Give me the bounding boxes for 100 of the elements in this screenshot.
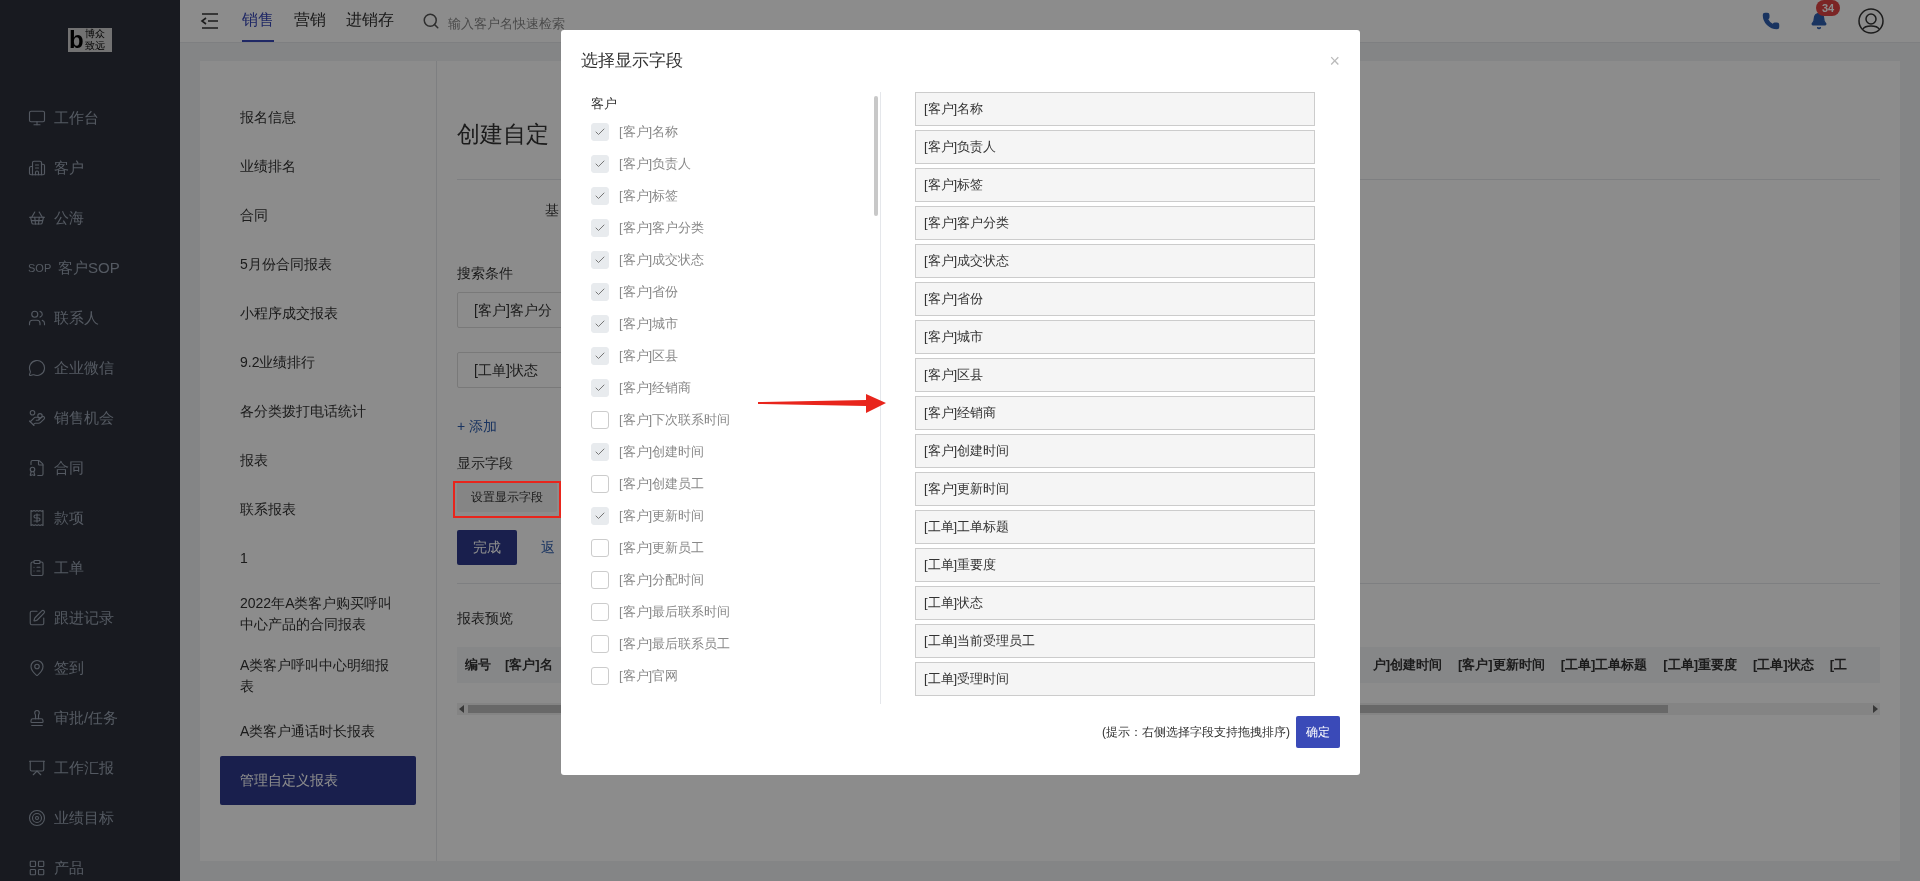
column-header: [工单]重要度	[1663, 656, 1738, 675]
confirm-button[interactable]: 确定	[1296, 715, 1340, 748]
sidebar-item[interactable]: 销售机会	[0, 393, 180, 443]
nav-tab[interactable]: 营销	[294, 0, 326, 42]
report-list-item[interactable]: 业绩排名	[220, 142, 416, 191]
field-checkbox[interactable]: [客户]名称	[581, 115, 880, 148]
report-list-item[interactable]: 1	[220, 534, 416, 583]
selected-field[interactable]: [客户]区县	[915, 357, 1315, 392]
selected-field[interactable]: [客户]负责人	[915, 129, 1315, 164]
logo-text: 博众	[84, 28, 105, 40]
field-checkbox[interactable]: [客户]分配时间	[581, 563, 880, 596]
selected-field[interactable]: [客户]成交状态	[915, 243, 1315, 278]
hint-text: (提示：右侧选择字段支持拖拽排序)	[1102, 723, 1290, 741]
report-list-item[interactable]: 2022年A类客户购买呼叫中心产品的合同报表	[220, 583, 416, 645]
selected-field[interactable]: [客户]创建时间	[915, 433, 1315, 468]
sidebar-item[interactable]: 工作台	[0, 93, 180, 143]
field-checkbox[interactable]: [客户]标签	[581, 179, 880, 212]
chat-icon	[28, 359, 46, 377]
selected-field[interactable]: [客户]省份	[915, 281, 1315, 316]
scrollbar-thumb[interactable]	[874, 95, 878, 216]
report-list-item[interactable]: A类客户通话时长报表	[220, 707, 416, 756]
report-list-item[interactable]: A类客户呼叫中心明细报表	[220, 645, 416, 707]
sidebar-item[interactable]: 客户	[0, 143, 180, 193]
building-icon	[28, 159, 46, 177]
sidebar-item[interactable]: 合同	[0, 443, 180, 493]
selected-field[interactable]: [客户]标签	[915, 167, 1315, 202]
selected-field[interactable]: [客户]经销商	[915, 395, 1315, 430]
field-checkbox[interactable]: [客户]省份	[581, 275, 880, 308]
report-list-item[interactable]: 合同	[220, 191, 416, 240]
sidebar-item[interactable]: 跟进记录	[0, 593, 180, 643]
back-link[interactable]: 返	[541, 537, 555, 558]
sidebar-item[interactable]: 工单	[0, 543, 180, 593]
checkbox[interactable]	[591, 474, 609, 493]
selected-field[interactable]: [工单]状态	[915, 585, 1315, 620]
checkbox[interactable]	[591, 538, 609, 557]
column-header: [工单]工单标题	[1560, 656, 1648, 675]
report-list-item[interactable]: 管理自定义报表	[220, 756, 416, 805]
sidebar-item[interactable]: 联系人	[0, 293, 180, 343]
report-list-item[interactable]: 5月份合同报表	[220, 240, 416, 289]
sidebar-item[interactable]: 产品	[0, 843, 180, 881]
stamp-icon	[28, 709, 46, 727]
notification-badge: 34	[1816, 0, 1841, 16]
selected-field[interactable]: [客户]城市	[915, 319, 1315, 354]
field-checkbox[interactable]: [客户]创建员工	[581, 467, 880, 500]
sidebar-item[interactable]: 企业微信	[0, 343, 180, 393]
field-checkbox[interactable]: [客户]负责人	[581, 147, 880, 180]
nav-tab[interactable]: 进销存	[346, 0, 394, 42]
selected-field[interactable]: [客户]更新时间	[915, 471, 1315, 506]
add-link[interactable]: + 添加	[457, 416, 498, 437]
field-checkbox[interactable]: [客户]创建时间	[581, 435, 880, 468]
field-checkbox[interactable]: [客户]最后联系时间	[581, 595, 880, 628]
selected-field[interactable]: [客户]客户分类	[915, 205, 1315, 240]
checkbox[interactable]	[591, 634, 609, 653]
phone-icon[interactable]	[1762, 12, 1780, 30]
field-checkbox[interactable]: [客户]城市	[581, 307, 880, 340]
notification-icon[interactable]	[1810, 12, 1828, 30]
done-button[interactable]: 完成	[457, 530, 517, 565]
checkbox[interactable]	[591, 410, 609, 429]
report-list-item[interactable]: 9.2业绩排行	[220, 338, 416, 387]
search-field[interactable]: 输入客户名快速检索	[448, 14, 668, 34]
checkbox[interactable]	[591, 666, 609, 685]
checkbox[interactable]	[591, 570, 609, 589]
sidebar-item[interactable]: 审批/任务	[0, 693, 180, 743]
field-checkbox[interactable]: [客户]更新员工	[581, 531, 880, 564]
field-checkbox[interactable]: [客户]成交状态	[581, 243, 880, 276]
report-list-item[interactable]: 各分类拨打电话统计	[220, 387, 416, 436]
field-checkbox[interactable]: [客户]更新时间	[581, 499, 880, 532]
selected-field[interactable]: [工单]重要度	[915, 547, 1315, 582]
menu-fold-icon[interactable]	[200, 13, 220, 29]
column-header: 编号	[465, 656, 491, 675]
target-icon	[28, 809, 46, 827]
tab-label[interactable]: 基	[545, 200, 559, 221]
report-list-item[interactable]: 小程序成交报表	[220, 289, 416, 338]
field-checkbox[interactable]: [客户]下次联系时间	[581, 403, 880, 436]
checkbox[interactable]	[591, 602, 609, 621]
selected-field[interactable]: [工单]受理时间	[915, 661, 1315, 696]
sidebar-item[interactable]: 款项	[0, 493, 180, 543]
nav-tab[interactable]: 销售	[242, 0, 274, 42]
logo-mark: b	[69, 28, 84, 52]
field-checkbox[interactable]: [客户]区县	[581, 339, 880, 372]
set-fields-button[interactable]: 设置显示字段	[457, 482, 557, 512]
selected-field[interactable]: [工单]当前受理员工	[915, 623, 1315, 658]
report-list-item[interactable]: 报名信息	[220, 93, 416, 142]
section-label: 显示字段	[457, 454, 513, 473]
selected-field[interactable]: [客户]名称	[915, 91, 1315, 126]
selected-field[interactable]: [工单]工单标题	[915, 509, 1315, 544]
field-checkbox[interactable]: [客户]经销商	[581, 371, 880, 404]
field-checkbox[interactable]: [客户]客户分类	[581, 211, 880, 244]
field-checkbox[interactable]: [客户]最后联系员工	[581, 627, 880, 660]
scroll-right-icon[interactable]	[1873, 705, 1878, 713]
sidebar-item[interactable]: SOP 客户SOP	[0, 243, 180, 293]
field-checkbox[interactable]: [客户]官网	[581, 659, 880, 692]
sidebar-item[interactable]: 业绩目标	[0, 793, 180, 843]
sidebar-item[interactable]: 工作汇报	[0, 743, 180, 793]
report-list-item[interactable]: 联系报表	[220, 485, 416, 534]
monitor-icon	[28, 109, 46, 127]
sidebar-item[interactable]: 公海	[0, 193, 180, 243]
sidebar-item[interactable]: 签到	[0, 643, 180, 693]
report-list-item[interactable]: 报表	[220, 436, 416, 485]
avatar-icon[interactable]	[1858, 8, 1884, 34]
